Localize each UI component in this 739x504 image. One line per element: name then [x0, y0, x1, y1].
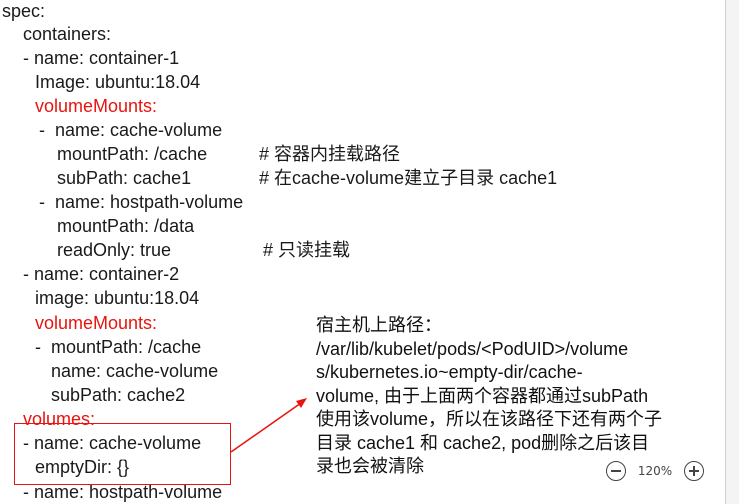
- note-line: 目录 cache1 和 cache2, pod删除之后该目: [316, 432, 650, 453]
- note-line: /var/lib/kubelet/pods/<PodUID>/volume: [316, 338, 629, 359]
- note-line: 宿主机上路径：: [316, 315, 442, 335]
- note-line: s/kubernetes.io~empty-dir/cache-: [316, 362, 583, 382]
- annotation-note: 宿主机上路径： /var/lib/kubelet/pods/<PodUID>/v…: [316, 314, 716, 479]
- zoom-control: 120%: [606, 458, 704, 484]
- slide-content: spec: containers: - name: container-1 Im…: [0, 0, 725, 504]
- minus-circle-icon: [611, 470, 621, 472]
- zoom-level: 120%: [637, 464, 673, 478]
- note-line: 使用该volume，所以在该路径下还有两个子: [316, 409, 663, 429]
- zoom-in-button[interactable]: [684, 461, 704, 481]
- note-line: volume, 由于上面两个容器都通过subPath: [316, 385, 649, 406]
- zoom-out-button[interactable]: [606, 461, 626, 481]
- scrollbar-track[interactable]: [726, 0, 739, 504]
